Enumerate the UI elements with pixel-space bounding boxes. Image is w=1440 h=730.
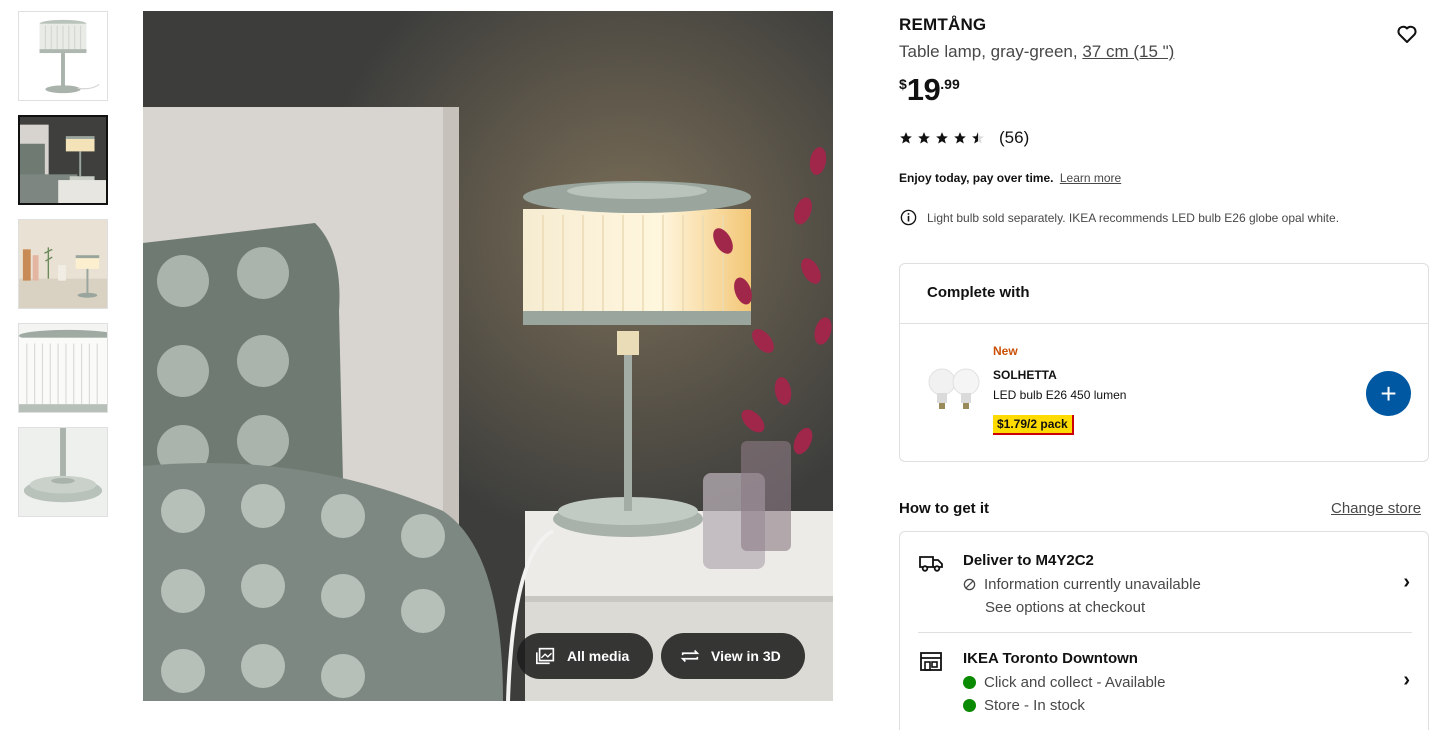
all-media-button[interactable]: All media (517, 633, 654, 679)
store-stock-text: Store - In stock (984, 697, 1085, 714)
chevron-right-icon: › (1403, 669, 1410, 691)
gallery-icon (536, 647, 555, 665)
bulb-note-text: Light bulb sold separately. IKEA recomme… (927, 210, 1340, 225)
lamp-shelf-thumbnail-icon (19, 220, 107, 308)
delivery-status: Information currently unavailable (963, 576, 1201, 593)
product-rating[interactable]: (56) (899, 128, 1029, 148)
delivery-title: Deliver to M4Y2C2 (963, 552, 1094, 569)
price-currency: $ (899, 76, 907, 92)
delivery-status-text: Information currently unavailable (984, 576, 1201, 593)
all-media-label: All media (567, 648, 630, 664)
availability-card: Deliver to M4Y2C2 Information currently … (899, 531, 1429, 730)
click-collect-text: Click and collect - Available (984, 674, 1166, 691)
complete-with-heading: Complete with (900, 264, 1428, 324)
how-to-get-it-heading: How to get it (899, 500, 989, 517)
lamp-shade-closeup-thumbnail-icon (19, 324, 107, 412)
truck-icon (919, 556, 943, 572)
thumbnail-1[interactable] (18, 11, 108, 101)
add-to-cart-button[interactable]: + (1366, 371, 1411, 416)
accessory-name[interactable]: SOLHETTA (993, 368, 1057, 382)
view-in-3d-label: View in 3D (711, 648, 781, 664)
store-option[interactable]: IKEA Toronto Downtown Click and collect … (918, 647, 1412, 730)
in-stock-status-dot (963, 699, 976, 712)
pay-over-time-text: Enjoy today, pay over time. (899, 171, 1054, 185)
star-full-icon (918, 132, 930, 144)
learn-more-link[interactable]: Learn more (1060, 171, 1121, 185)
thumbnail-list (18, 11, 110, 531)
product-description: Table lamp, gray-green, 37 cm (15 ") (899, 42, 1174, 62)
click-collect-status: Click and collect - Available (963, 674, 1165, 691)
thumbnail-5[interactable] (18, 427, 108, 517)
thumbnail-3[interactable] (18, 219, 108, 309)
star-full-icon (936, 132, 948, 144)
rating-count: (56) (999, 128, 1030, 147)
led-bulb-image[interactable] (926, 364, 982, 416)
store-stock-status: Store - In stock (963, 697, 1085, 714)
thumbnail-4[interactable] (18, 323, 108, 413)
product-size-link[interactable]: 37 cm (15 ") (1082, 42, 1174, 61)
thumbnail-2[interactable] (18, 115, 108, 205)
rotate-3d-icon (680, 649, 700, 663)
delivery-note: See options at checkout (985, 599, 1146, 616)
lamp-product-thumbnail-icon (19, 12, 107, 100)
product-name: REMTÅNG (899, 15, 987, 34)
unavailable-icon (963, 578, 976, 591)
store-title: IKEA Toronto Downtown (963, 650, 1138, 667)
change-store-link[interactable]: Change store (1331, 500, 1421, 517)
chevron-right-icon: › (1403, 571, 1410, 593)
pay-over-time: Enjoy today, pay over time. Learn more (899, 171, 1121, 185)
info-icon (900, 209, 917, 226)
price-decimal: .99 (940, 76, 960, 92)
lamp-base-closeup-thumbnail-icon (19, 428, 107, 516)
star-half-icon (972, 132, 984, 144)
price-integer: 19 (906, 72, 941, 107)
available-status-dot (963, 676, 976, 689)
product-description-text: Table lamp, gray-green, (899, 42, 1078, 61)
delivery-option[interactable]: Deliver to M4Y2C2 Information currently … (918, 549, 1412, 633)
main-product-image[interactable]: All media View in 3D (143, 11, 833, 701)
view-in-3d-button[interactable]: View in 3D (661, 633, 805, 679)
complete-with-card: Complete with New SOLHETTA LED bulb E26 … (899, 263, 1429, 462)
bulb-note: Light bulb sold separately. IKEA recomme… (899, 208, 1339, 227)
new-badge: New (993, 344, 1018, 358)
store-icon (920, 652, 942, 671)
lamp-bedroom-thumbnail-icon (20, 117, 106, 203)
accessory-description: LED bulb E26 450 lumen (993, 388, 1127, 402)
star-full-icon (954, 132, 966, 144)
product-price: $ 19 .99 (899, 70, 960, 110)
lamp-scene-illustration (143, 11, 833, 701)
star-full-icon (900, 132, 912, 144)
accessory-price-tag: $1.79/2 pack (993, 415, 1074, 435)
heart-icon[interactable] (1395, 22, 1419, 46)
